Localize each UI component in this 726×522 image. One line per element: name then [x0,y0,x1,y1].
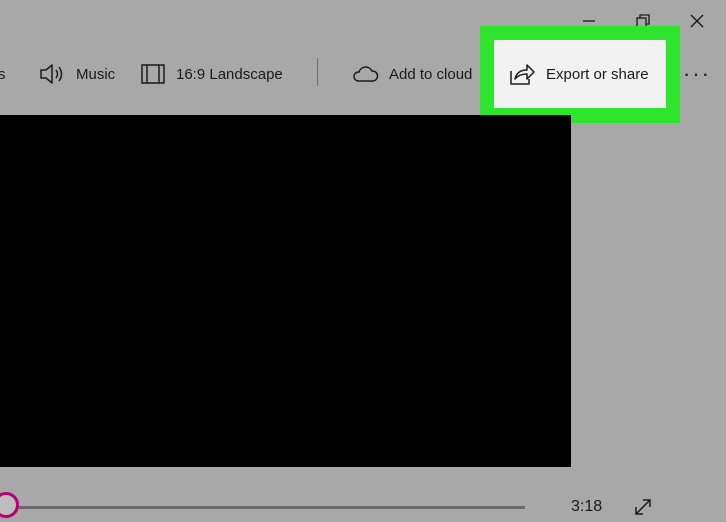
music-label: Music [76,65,116,83]
toolbar-divider [317,58,318,86]
music-button[interactable]: Music [38,58,115,90]
cloud-icon [353,66,379,82]
more-options-button[interactable]: ··· [682,60,712,88]
more-options-icon: ··· [683,61,711,86]
add-to-cloud-button[interactable]: Add to cloud [351,58,472,90]
duration-label: 3:18 [571,498,603,515]
share-icon [510,64,535,85]
toolbar-partial-item[interactable]: s [0,58,6,90]
video-editor-window: s Music 16:9 Landscape Add to cloud Expo… [0,0,726,522]
close-button[interactable] [684,8,710,34]
export-or-share-label: Export or share [546,65,649,83]
speaker-icon [40,64,63,84]
export-or-share-button[interactable]: Export or share [494,40,666,108]
aspect-ratio-button[interactable]: 16:9 Landscape [140,58,283,90]
seek-thumb[interactable] [0,492,19,518]
partial-item-label: s [0,65,6,83]
close-icon [690,14,704,28]
add-to-cloud-label: Add to cloud [389,65,473,83]
seek-bar[interactable] [10,506,525,509]
aspect-ratio-icon [141,64,165,84]
aspect-ratio-label: 16:9 Landscape [176,65,283,83]
video-preview[interactable] [0,115,571,467]
fullscreen-button[interactable] [632,496,654,518]
expand-icon [635,499,651,515]
